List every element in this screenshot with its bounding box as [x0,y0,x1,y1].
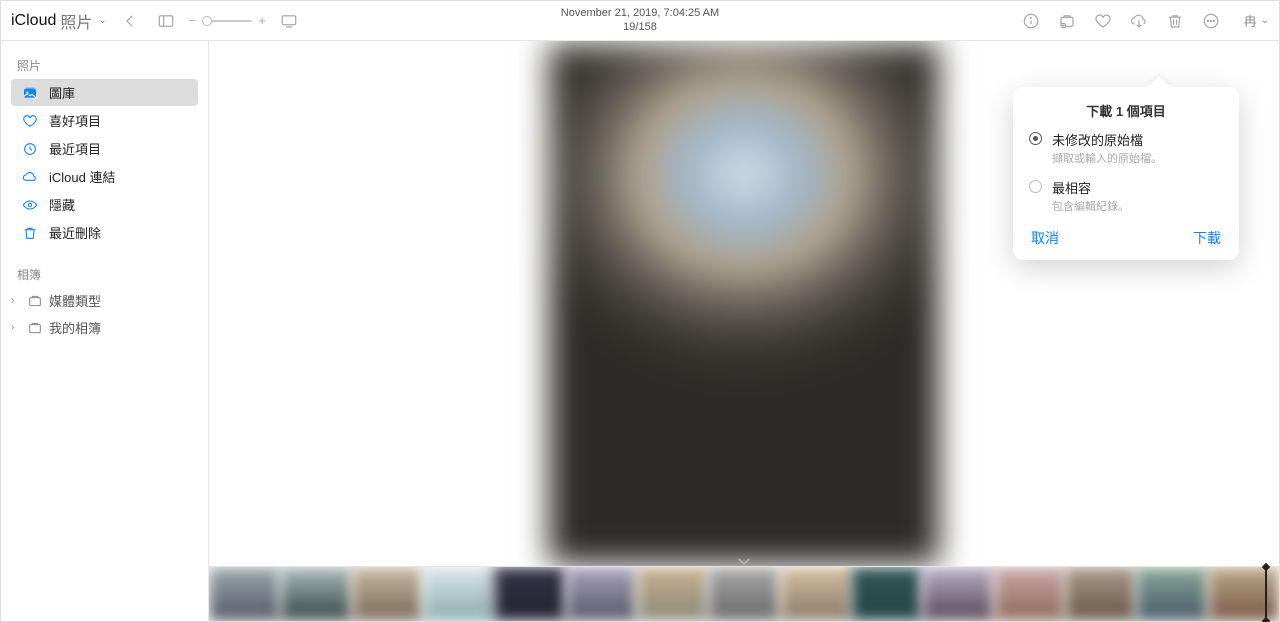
sidebar-item-icloud-links[interactable]: iCloud 連結 [11,163,198,190]
display-icon [280,12,298,30]
thumbnail[interactable] [494,567,565,621]
back-button[interactable] [117,8,143,34]
clock-icon [21,140,39,158]
eye-icon [21,196,39,214]
sidebar-item-library[interactable]: 圖庫 [11,79,198,106]
thumbnail[interactable] [209,567,280,621]
thumbnail[interactable] [423,567,494,621]
thumbnail[interactable] [851,567,922,621]
heart-icon [1094,12,1112,30]
caret-down-icon [738,557,750,565]
thumbnail[interactable] [637,567,708,621]
option-desc: 包含編輯紀錄。 [1052,198,1129,214]
sidebar-item-label: 我的相簿 [49,318,101,337]
trash-icon [1166,12,1184,30]
thumbnail[interactable] [280,567,351,621]
download-option-compatible[interactable]: 最相容 包含編輯紀錄。 [1029,178,1223,214]
user-initial: 冉 [1244,11,1257,30]
zoom-slider[interactable] [202,20,252,22]
favorite-button[interactable] [1090,8,1116,34]
zoom-in-icon[interactable]: + [258,13,266,28]
app-name: iCloud [11,12,56,30]
info-icon [1022,12,1040,30]
photo-counter: 19/158 [561,21,719,34]
delete-button[interactable] [1162,8,1188,34]
thumbnail[interactable] [922,567,993,621]
heart-icon [21,112,39,130]
confirm-download-button[interactable]: 下載 [1191,226,1223,250]
thumbnail[interactable] [780,567,851,621]
sidebar-item-label: 媒體類型 [49,291,101,310]
folder-icon [27,320,43,336]
content-body: 照片 圖庫 喜好項目 最近項目 iCloud 連結 隱藏 [1,41,1279,621]
sidebar-item-recently-deleted[interactable]: 最近刪除 [11,219,198,246]
option-title: 最相容 [1052,178,1129,197]
thumbnail[interactable] [1208,567,1279,621]
current-photo [549,44,939,564]
thumbnail[interactable] [994,567,1065,621]
sidebar-item-label: 圖庫 [49,83,75,102]
download-popover: 下載 1 個項目 未修改的原始檔 擷取或輸入的原始檔。 最相容 包含編輯紀錄。 … [1013,87,1239,260]
chevron-right-icon[interactable]: › [11,322,21,333]
thumbnail[interactable] [566,567,637,621]
add-to-album-button[interactable] [1054,8,1080,34]
sidebar-section-photos: 照片 [7,51,202,78]
chevron-down-icon: ⌄ [98,15,106,26]
chevron-right-icon[interactable]: › [11,295,21,306]
ellipsis-icon [1202,12,1220,30]
filmstrip [209,566,1279,621]
slideshow-button[interactable] [276,8,302,34]
account-menu[interactable]: 冉 ⌄ [1244,11,1269,30]
thumbnail[interactable] [352,567,423,621]
chevron-down-icon: ⌄ [1261,15,1269,26]
zoom-control[interactable]: − + [189,13,266,28]
info-button[interactable] [1018,8,1044,34]
toolbar-center-info: November 21, 2019, 7:04:25 AM 19/158 [561,7,719,33]
thumbnail[interactable] [1136,567,1207,621]
cloud-download-icon [1130,12,1148,30]
thumbnail[interactable] [708,567,779,621]
photo-timestamp: November 21, 2019, 7:04:25 AM [561,7,719,20]
upload-icon [1058,12,1076,30]
sidebar-item-label: 最近項目 [49,139,101,158]
filmstrip-marker[interactable] [1265,567,1267,621]
sidebar: 照片 圖庫 喜好項目 最近項目 iCloud 連結 隱藏 [1,41,209,621]
app-title-menu[interactable]: iCloud 照片 ⌄ [11,9,107,33]
filmstrip-toggle[interactable] [724,555,764,567]
radio-icon [1029,132,1042,145]
chevron-left-icon [121,12,139,30]
sidebar-item-label: 最近刪除 [49,223,101,242]
download-button[interactable] [1126,8,1152,34]
option-title: 未修改的原始檔 [1052,130,1162,149]
app-window: iCloud 照片 ⌄ − + November 21, 2019, 7:04:… [0,0,1280,622]
sidebar-item-hidden[interactable]: 隱藏 [11,191,198,218]
more-button[interactable] [1198,8,1224,34]
library-icon [21,84,39,102]
sidebar-item-label: 喜好項目 [49,111,101,130]
sidebar-section-albums: 相簿 [7,260,202,287]
option-desc: 擷取或輸入的原始檔。 [1052,150,1162,166]
sidebar-item-recents[interactable]: 最近項目 [11,135,198,162]
thumbnail[interactable] [1065,567,1136,621]
toggle-sidebar-button[interactable] [153,8,179,34]
zoom-knob[interactable] [202,16,212,26]
radio-icon [1029,180,1042,193]
sidebar-icon [157,12,175,30]
toolbar-right: 冉 ⌄ [1018,8,1269,34]
toolbar: iCloud 照片 ⌄ − + November 21, 2019, 7:04:… [1,1,1279,41]
popover-title: 下載 1 個項目 [1029,101,1223,120]
cancel-button[interactable]: 取消 [1029,226,1061,250]
zoom-out-icon[interactable]: − [189,13,197,28]
sidebar-item-favorites[interactable]: 喜好項目 [11,107,198,134]
trash-icon [21,224,39,242]
sidebar-album-media-types[interactable]: › 媒體類型 [7,287,202,314]
sidebar-item-label: 隱藏 [49,195,75,214]
download-option-original[interactable]: 未修改的原始檔 擷取或輸入的原始檔。 [1029,130,1223,166]
cloud-icon [21,168,39,186]
app-section: 照片 [60,9,92,33]
filmstrip-thumbs[interactable] [209,567,1279,621]
sidebar-item-label: iCloud 連結 [49,167,115,186]
sidebar-album-my-albums[interactable]: › 我的相簿 [7,314,202,341]
folder-icon [27,293,43,309]
